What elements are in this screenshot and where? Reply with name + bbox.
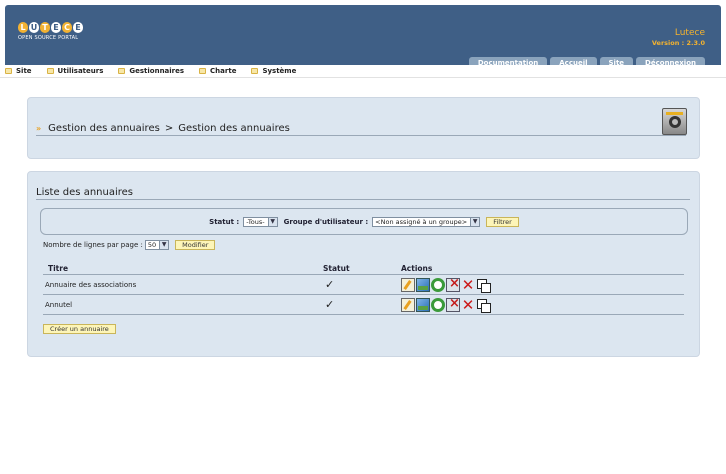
breadcrumb-parent[interactable]: Gestion des annuaires	[48, 123, 160, 134]
site-version: Version : 2.3.0	[651, 39, 705, 47]
delete-icon[interactable]: ✕	[461, 277, 475, 292]
logo-letters: L U T E C E	[18, 22, 83, 33]
group-filter-label: Groupe d'utilisateur :	[283, 217, 369, 226]
folder-icon	[251, 68, 259, 74]
menu-item-systeme[interactable]: Système	[251, 67, 296, 75]
breadcrumb-current: Gestion des annuaires	[178, 123, 290, 134]
arrow-icon: »	[36, 124, 42, 133]
logo-subtitle: OPEN SOURCE PORTAL	[18, 35, 79, 41]
disable-icon[interactable]	[446, 276, 460, 292]
rows-per-page: Nombre de lignes par page : 50 ▼ Modifie…	[43, 240, 216, 250]
column-actions: Actions	[401, 263, 433, 273]
refresh-icon[interactable]	[431, 297, 445, 312]
folder-icon	[46, 68, 54, 74]
row-title: Annutel	[45, 300, 73, 309]
create-directory-button[interactable]: Créer un annuaire	[43, 324, 116, 334]
image-icon[interactable]	[416, 277, 430, 292]
table-header: Titre Statut Actions	[43, 262, 684, 275]
directory-table: Titre Statut Actions Annuaire des associ…	[43, 262, 684, 315]
breadcrumb-panel: » Gestion des annuaires > Gestion des an…	[27, 97, 700, 159]
check-icon: ✓	[325, 278, 335, 291]
table-row: Annuaire des associations ✓ ✕	[43, 275, 684, 295]
folder-icon	[118, 68, 126, 74]
column-title: Titre	[48, 263, 69, 273]
check-icon: ✓	[325, 298, 335, 311]
status-select[interactable]: -Tous- ▼	[243, 216, 278, 227]
row-actions: ✕	[401, 296, 684, 313]
delete-icon[interactable]: ✕	[461, 297, 475, 312]
list-title: Liste des annuaires	[36, 187, 690, 200]
status-filter-label: Statut :	[209, 217, 240, 226]
chevron-down-icon: ▼	[159, 241, 169, 249]
edit-icon[interactable]	[401, 277, 415, 292]
table-row: Annutel ✓ ✕	[43, 295, 684, 315]
image-icon[interactable]	[416, 297, 430, 312]
main-menu: Site Utilisateurs Gestionnaires Charte S…	[0, 65, 726, 78]
edit-icon[interactable]	[401, 297, 415, 312]
filter-button[interactable]: Filtrer	[486, 216, 519, 227]
filter-box: Statut : -Tous- ▼ Groupe d'utilisateur :…	[40, 208, 688, 235]
rows-per-page-select[interactable]: 50 ▼	[144, 240, 170, 250]
directory-list-panel: Liste des annuaires Statut : -Tous- ▼ Gr…	[27, 171, 700, 357]
tools-icon	[662, 108, 687, 135]
chevron-down-icon: ▼	[267, 217, 277, 226]
chevron-down-icon: ▼	[470, 217, 480, 226]
modify-button[interactable]: Modifier	[175, 240, 216, 250]
menu-item-charte[interactable]: Charte	[199, 67, 236, 75]
column-status: Statut	[323, 263, 350, 273]
menu-item-utilisateurs[interactable]: Utilisateurs	[46, 67, 103, 75]
lutece-logo[interactable]: L U T E C E OPEN SOURCE PORTAL	[18, 22, 83, 41]
breadcrumb-separator: >	[164, 123, 174, 134]
group-select[interactable]: <Non assigné à un groupe> ▼	[372, 216, 481, 227]
row-actions: ✕	[401, 276, 684, 293]
menu-item-gestionnaires[interactable]: Gestionnaires	[118, 67, 184, 75]
folder-icon	[5, 68, 12, 74]
copy-icon[interactable]	[476, 278, 491, 293]
folder-icon	[199, 68, 207, 74]
site-name: Lutece	[674, 28, 705, 38]
app-header: L U T E C E OPEN SOURCE PORTAL Lutece Ve…	[5, 5, 721, 70]
row-title: Annuaire des associations	[45, 280, 137, 289]
disable-icon[interactable]	[446, 296, 460, 312]
refresh-icon[interactable]	[431, 277, 445, 292]
menu-item-site[interactable]: Site	[5, 67, 32, 75]
breadcrumb: » Gestion des annuaires > Gestion des an…	[36, 122, 686, 136]
rows-per-page-label: Nombre de lignes par page :	[43, 241, 143, 249]
copy-icon[interactable]	[476, 298, 491, 313]
